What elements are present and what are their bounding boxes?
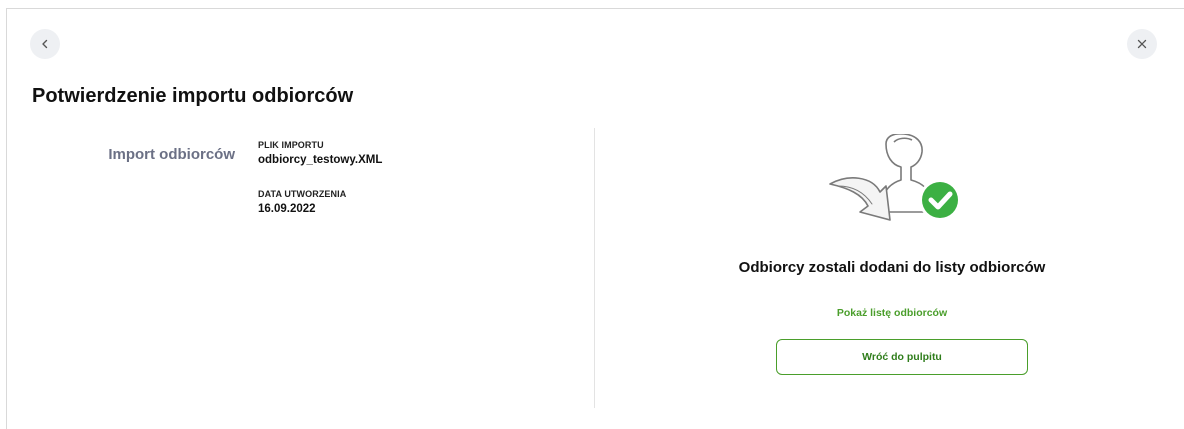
- import-file-value: odbiorcy_testowy.XML: [258, 154, 383, 166]
- import-file-field: PLIK IMPORTU odbiorcy_testowy.XML: [258, 140, 382, 166]
- back-button[interactable]: [30, 29, 60, 59]
- close-icon: [1137, 39, 1147, 49]
- success-message: Odbiorcy zostali dodani do listy odbiorc…: [738, 259, 1046, 276]
- creation-date-label: DATA UTWORZENIA: [258, 189, 347, 199]
- vertical-divider: [594, 128, 595, 408]
- chevron-left-icon: [42, 39, 48, 49]
- section-label: Import odbiorców: [108, 146, 235, 163]
- page-title: Potwierdzenie importu odbiorców: [32, 85, 354, 107]
- show-recipients-list-link[interactable]: Pokaż listę odbiorców: [600, 307, 1184, 319]
- creation-date-value: 16.09.2022: [258, 203, 316, 215]
- close-button[interactable]: [1127, 29, 1157, 59]
- creation-date-field: DATA UTWORZENIA 16.09.2022: [258, 189, 346, 215]
- success-check-icon: [919, 179, 961, 221]
- import-arrow-icon: [829, 177, 891, 221]
- import-file-label: PLIK IMPORTU: [258, 140, 324, 150]
- user-import-success-illustration: [829, 134, 961, 221]
- back-to-dashboard-button[interactable]: Wróć do pulpitu: [776, 339, 1028, 375]
